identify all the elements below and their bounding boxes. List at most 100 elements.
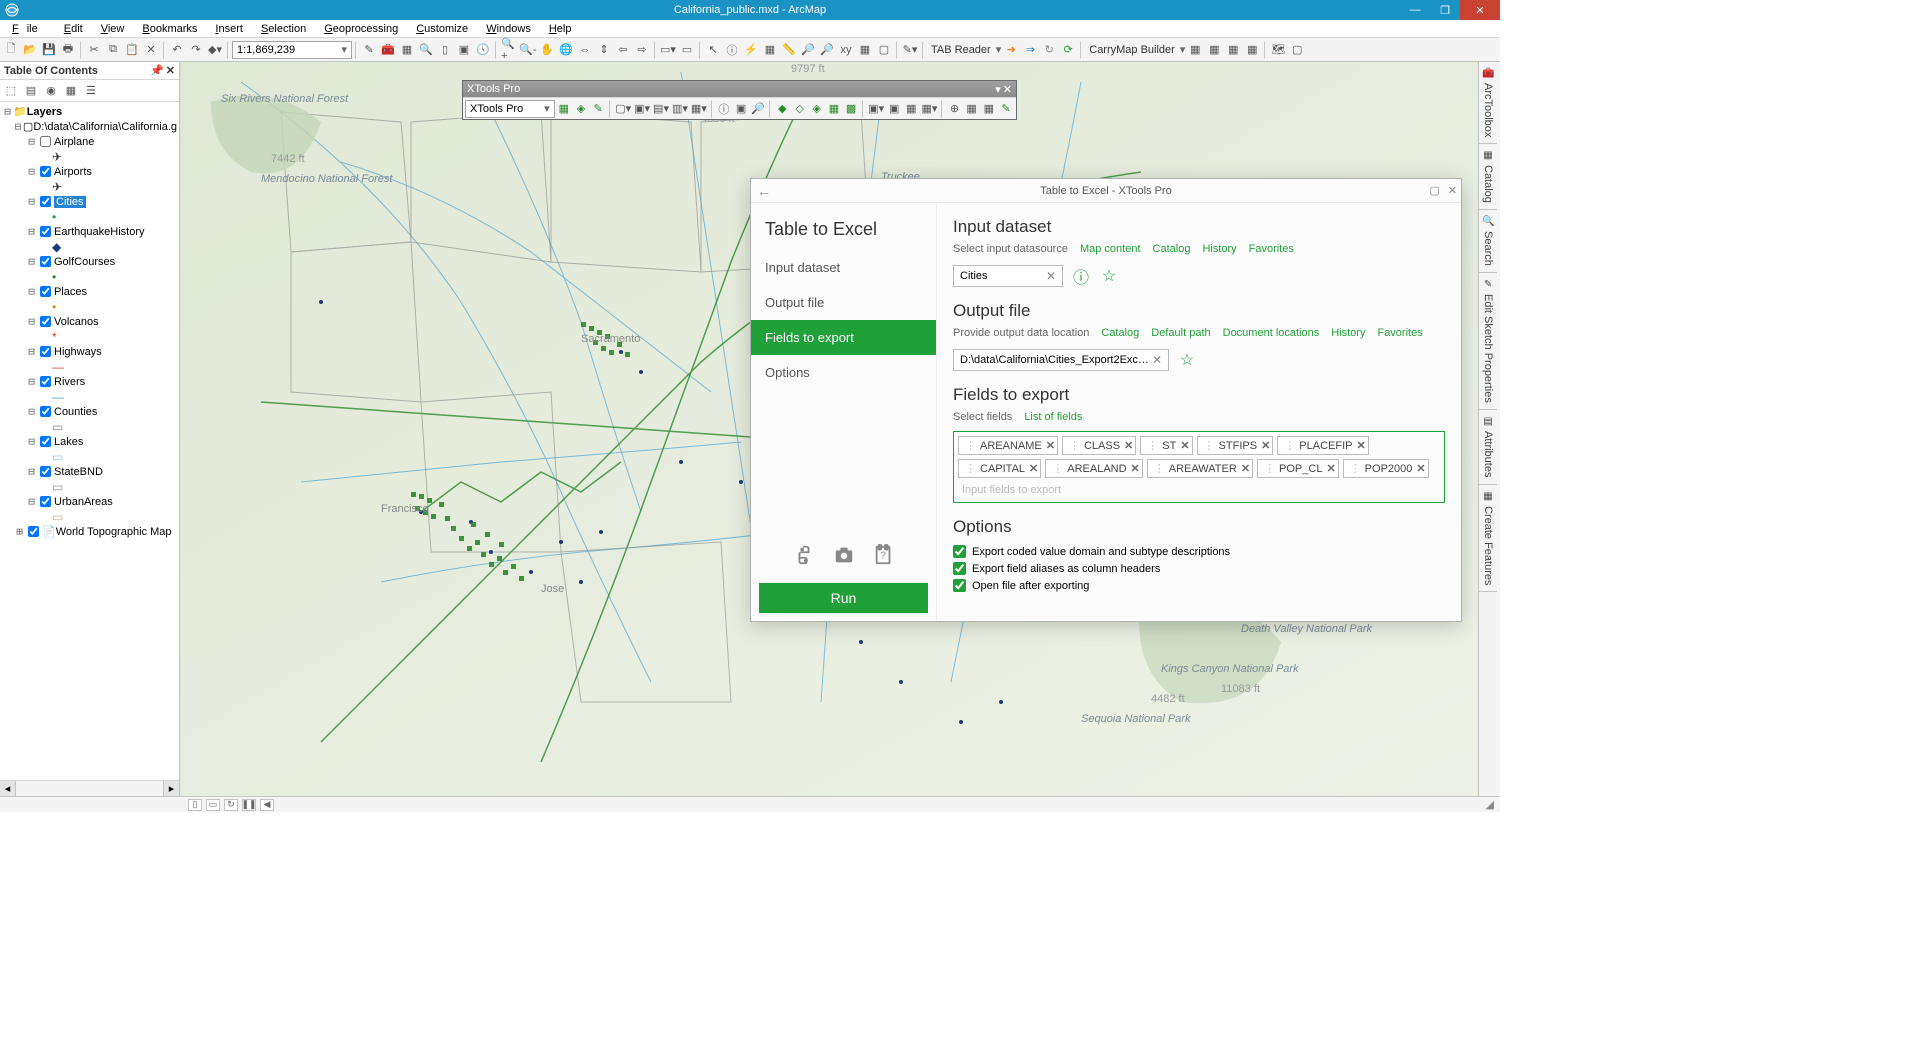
xt-icon[interactable]: ◈	[809, 100, 825, 118]
view-layout-icon[interactable]: ▭	[206, 799, 220, 811]
tag-class[interactable]: ⋮ CLASS ✕	[1062, 436, 1136, 455]
xtools-toolbar[interactable]: XTools Pro ▾✕ XTools Pro▾ ▦ ◈ ✎ ▢▾ ▣▾ ▤▾…	[462, 80, 1017, 120]
redo-icon[interactable]: ↷	[187, 41, 205, 59]
fixedzoomin-icon[interactable]: ⇔	[576, 41, 594, 59]
tag-pop2000[interactable]: ⋮ POP2000 ✕	[1343, 459, 1429, 478]
clearsel-icon[interactable]: ▭	[678, 41, 696, 59]
clear-icon[interactable]: ✕	[1046, 269, 1056, 283]
link-document-locations[interactable]: Document locations	[1223, 327, 1320, 339]
xt-icon[interactable]: ▣	[886, 100, 902, 118]
xt-icon[interactable]: ▥▾	[671, 100, 689, 118]
tag-remove-icon[interactable]: ✕	[1180, 439, 1189, 452]
xy-icon[interactable]: xy	[837, 41, 855, 59]
tag-remove-icon[interactable]: ✕	[1131, 462, 1140, 475]
toc-list-by-drawing-icon[interactable]: ⬚	[2, 82, 20, 100]
tag-areaname[interactable]: ⋮ AREANAME ✕	[958, 436, 1058, 455]
xt-icon[interactable]: ▦	[556, 100, 572, 118]
cm5-icon[interactable]: 🗺	[1269, 41, 1287, 59]
nav-input-dataset[interactable]: Input dataset	[751, 250, 936, 285]
layer-rivers[interactable]: Rivers	[54, 376, 85, 388]
model-icon[interactable]: ▣	[455, 41, 473, 59]
tabreader-label[interactable]: TAB Reader	[927, 44, 995, 56]
tr3-icon[interactable]: ↻	[1040, 41, 1058, 59]
opt-check-2[interactable]	[953, 579, 966, 592]
menu-file[interactable]: File	[4, 21, 54, 37]
xtools-title[interactable]: XTools Pro ▾✕	[463, 81, 1016, 97]
close-button[interactable]: ✕	[1460, 0, 1500, 20]
toc-list-by-source-icon[interactable]: ▤	[22, 82, 40, 100]
layer-check-airports[interactable]	[40, 166, 51, 177]
input-datasource-field[interactable]: Cities✕	[953, 265, 1063, 287]
toc-root[interactable]: Layers	[27, 106, 62, 118]
tag-remove-icon[interactable]: ✕	[1241, 462, 1250, 475]
find-icon[interactable]: 🔎	[799, 41, 817, 59]
pointer-icon[interactable]: ↖	[704, 41, 722, 59]
link-history[interactable]: History	[1202, 243, 1236, 255]
new-icon[interactable]: 🗋	[2, 41, 20, 59]
menu-help[interactable]: Help	[541, 21, 580, 37]
layer-check-volcanos[interactable]	[40, 316, 51, 327]
zoomin-icon[interactable]: 🔍+	[500, 41, 518, 59]
tag-remove-icon[interactable]: ✕	[1356, 439, 1365, 452]
view-data-icon[interactable]: ▯	[188, 799, 202, 811]
tag-st[interactable]: ⋮ ST ✕	[1140, 436, 1192, 455]
layer-highways[interactable]: Highways	[54, 346, 102, 358]
fields-placeholder[interactable]: Input fields to export	[958, 482, 1065, 498]
zoomout-icon[interactable]: 🔍-	[519, 41, 537, 59]
add-data-icon[interactable]: ◆▾	[206, 41, 224, 59]
save-icon[interactable]: 💾	[40, 41, 58, 59]
toc-close-icon[interactable]: ✕	[166, 64, 175, 77]
toc-source[interactable]: D:\data\California\California.g	[33, 121, 177, 133]
dialog-titlebar[interactable]: ← Table to Excel - XTools Pro ▢ ✕	[751, 179, 1461, 203]
xt-icon[interactable]: 🔎	[750, 100, 766, 118]
xtools-combo[interactable]: XTools Pro▾	[465, 100, 555, 118]
open-icon[interactable]: 📂	[21, 41, 39, 59]
pan-icon[interactable]: ✋	[538, 41, 556, 59]
tab-attributes[interactable]: ▤Attributes	[1479, 410, 1497, 484]
editor2-icon[interactable]: ✎▾	[901, 41, 919, 59]
layer-check-statebnd[interactable]	[40, 466, 51, 477]
xt-icon[interactable]: ▦	[981, 100, 997, 118]
tag-remove-icon[interactable]: ✕	[1124, 439, 1133, 452]
measure-icon[interactable]: 📏	[780, 41, 798, 59]
xt-icon[interactable]: ▦	[826, 100, 842, 118]
identify-icon[interactable]: ⓘ	[723, 41, 741, 59]
nav-options[interactable]: Options	[751, 355, 936, 390]
fixedzoomout-icon[interactable]: ⇕	[595, 41, 613, 59]
layer-check-airplane[interactable]	[40, 136, 51, 147]
menu-edit[interactable]: Edit	[56, 21, 91, 37]
tr4-icon[interactable]: ⟳	[1059, 41, 1077, 59]
html-icon[interactable]: ▦	[761, 41, 779, 59]
layer-check-urbanareas[interactable]	[40, 496, 51, 507]
xt-icon[interactable]: ▦	[903, 100, 919, 118]
nav-fields-to-export[interactable]: Fields to export	[751, 320, 936, 355]
hyperlink-icon[interactable]: ⚡	[742, 41, 760, 59]
layer-earthquakehistory[interactable]: EarthquakeHistory	[54, 226, 145, 238]
tag-areawater[interactable]: ⋮ AREAWATER ✕	[1147, 459, 1253, 478]
list-of-fields-link[interactable]: List of fields	[1024, 411, 1082, 427]
clear-icon[interactable]: ✕	[1152, 353, 1162, 367]
layer-check-counties[interactable]	[40, 406, 51, 417]
layer-check-earthquakehistory[interactable]	[40, 226, 51, 237]
tag-remove-icon[interactable]: ✕	[1261, 439, 1270, 452]
refresh-icon[interactable]: ↻	[224, 799, 238, 811]
carrymap-label[interactable]: CarryMap Builder	[1085, 44, 1179, 56]
layer-check-places[interactable]	[40, 286, 51, 297]
menu-selection[interactable]: Selection	[253, 21, 314, 37]
link-favorites[interactable]: Favorites	[1377, 327, 1422, 339]
tag-pop_cl[interactable]: ⋮ POP_CL ✕	[1257, 459, 1339, 478]
opt-check-0[interactable]	[953, 545, 966, 558]
layer-lakes[interactable]: Lakes	[54, 436, 83, 448]
xt-icon[interactable]: ▦▾	[690, 100, 708, 118]
tab-search[interactable]: 🔍Search	[1479, 210, 1497, 273]
xt-icon[interactable]: ◇	[792, 100, 808, 118]
layer-check-golfcourses[interactable]	[40, 256, 51, 267]
search-icon[interactable]: 🔍	[417, 41, 435, 59]
xt-icon[interactable]: ▦▾	[920, 100, 938, 118]
tag-capital[interactable]: ⋮ CAPITAL ✕	[958, 459, 1041, 478]
editor-icon[interactable]: ✎	[360, 41, 378, 59]
toc-hscroll[interactable]: ◂▸	[0, 780, 179, 796]
pause-icon[interactable]: ❚❚	[242, 799, 256, 811]
fullextent-icon[interactable]: 🌐	[557, 41, 575, 59]
fields-tagbox[interactable]: ⋮ AREANAME ✕⋮ CLASS ✕⋮ ST ✕⋮ STFIPS ✕⋮ P…	[953, 431, 1445, 503]
